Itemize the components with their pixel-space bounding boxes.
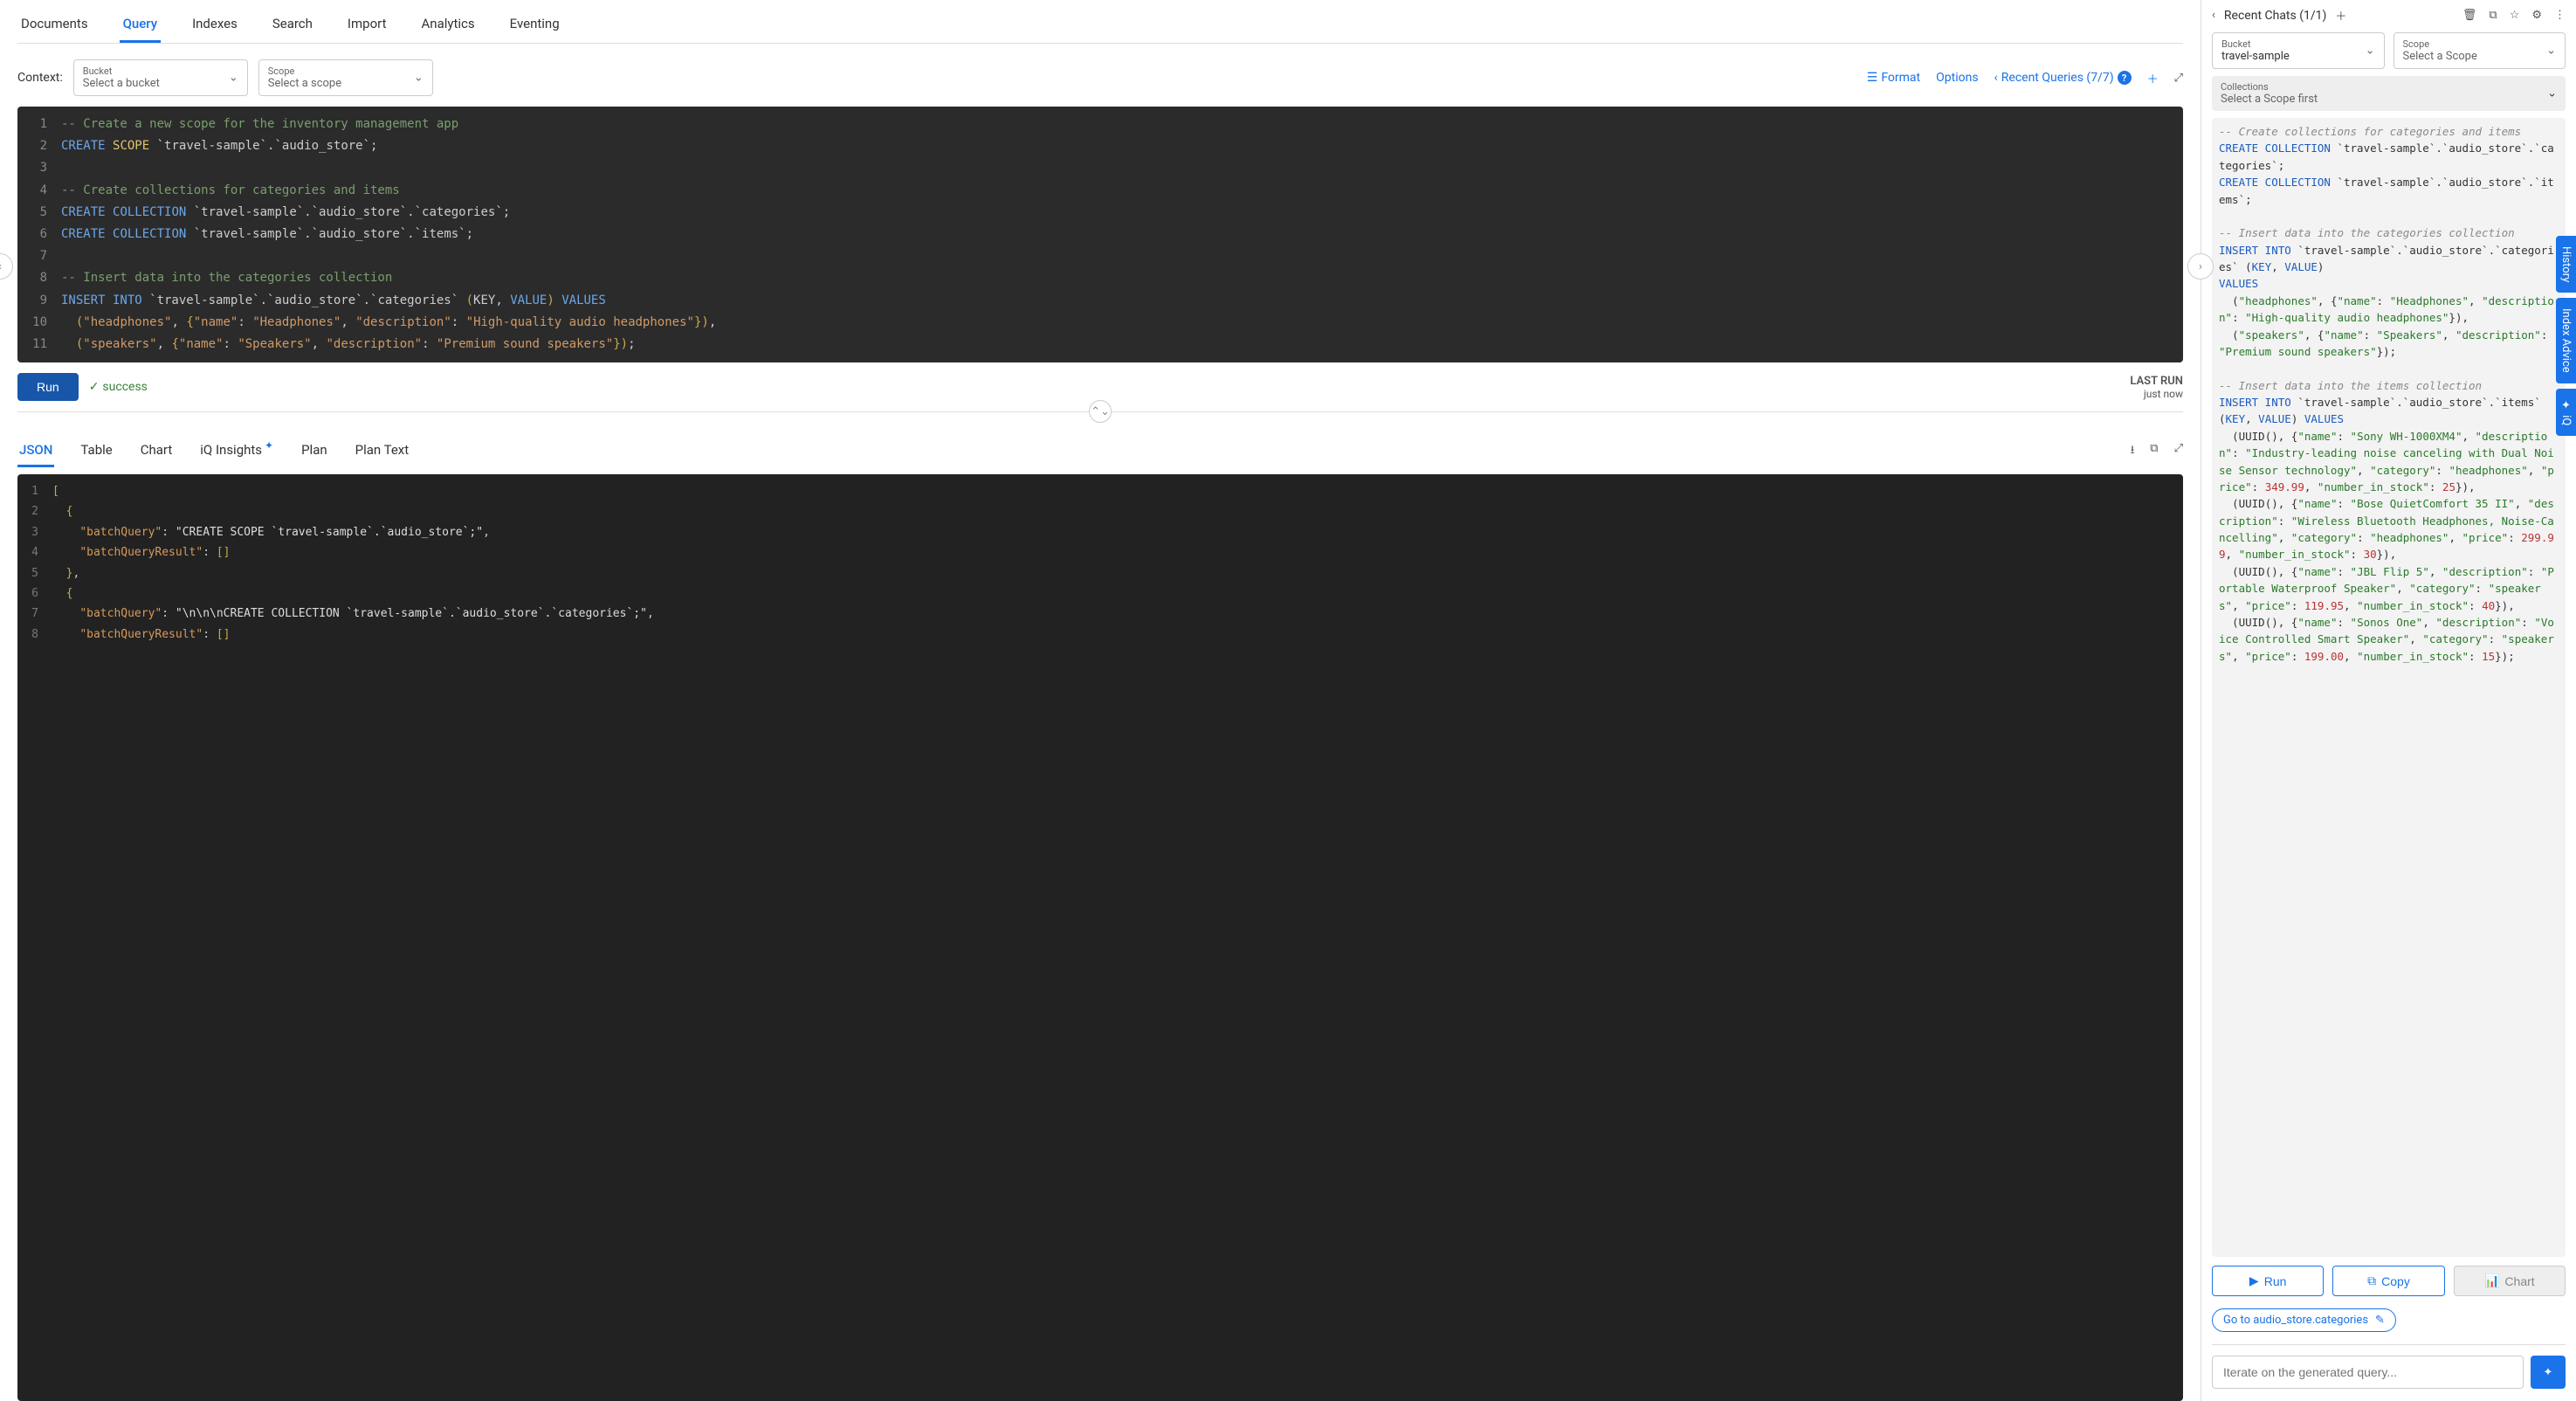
fullscreen-icon[interactable]: ⤢ — [2174, 442, 2183, 461]
add-query-button[interactable]: ＋ — [2147, 70, 2159, 86]
download-icon[interactable]: ⭳ — [2131, 442, 2135, 461]
trash-icon[interactable]: 🗑 — [2462, 9, 2477, 22]
tab-import[interactable]: Import — [344, 7, 390, 43]
chevron-down-icon: ⌄ — [2546, 45, 2556, 58]
bucket-select-value: Select a bucket — [83, 77, 238, 90]
chevron-down-icon: ⌄ — [229, 72, 238, 85]
context-label: Context: — [17, 71, 63, 85]
chevron-down-icon: ⌄ — [2366, 45, 2375, 58]
last-run-label: LAST RUN — [2130, 375, 2183, 388]
format-icon: ☰ — [1867, 71, 1878, 85]
copy-icon[interactable]: ⧉ — [2489, 9, 2497, 22]
result-tab-plan[interactable]: Plan — [300, 435, 329, 467]
tab-documents[interactable]: Documents — [17, 7, 92, 43]
chat-back-button[interactable]: ‹ — [2212, 9, 2215, 22]
rail-tab--iq[interactable]: ✦ iQ — [2556, 389, 2576, 436]
gear-icon[interactable]: ⚙ — [2531, 9, 2542, 22]
generated-query-code[interactable]: -- Create collections for categories and… — [2212, 118, 2566, 1257]
chevron-down-icon: ⌄ — [414, 72, 424, 85]
side-bucket-label: Bucket — [2221, 38, 2375, 50]
sparkle-icon: ✦ — [2544, 1366, 2553, 1379]
scope-select[interactable]: Scope Select a scope ⌄ — [258, 59, 433, 96]
chevron-down-icon: ⌄ — [2547, 87, 2557, 100]
result-tab-plan-text[interactable]: Plan Text — [354, 435, 411, 467]
checkmark-icon: ✓ — [89, 380, 100, 394]
side-chart-button: 📊 Chart — [2454, 1266, 2566, 1296]
json-result-view[interactable]: 1[2 {3 "batchQuery": "CREATE SCOPE `trav… — [17, 474, 2183, 1401]
prev-query-button[interactable]: ‹ — [0, 253, 13, 280]
tab-search[interactable]: Search — [269, 7, 316, 43]
next-query-button[interactable]: › — [2187, 253, 2214, 280]
options-button[interactable]: Options — [1936, 71, 1978, 85]
run-status: ✓success — [89, 380, 148, 394]
goto-collection-chip[interactable]: Go to audio_store.categories ✎ — [2212, 1308, 2396, 1332]
side-copy-label: Copy — [2381, 1274, 2410, 1288]
play-icon: ▶ — [2249, 1273, 2259, 1288]
bucket-select[interactable]: Bucket Select a bucket ⌄ — [73, 59, 248, 96]
side-scope-value: Select a Scope — [2403, 50, 2557, 63]
run-status-label: success — [102, 380, 147, 394]
tab-eventing[interactable]: Eventing — [506, 7, 563, 43]
wand-icon: ✎ — [2375, 1314, 2385, 1327]
side-copy-button[interactable]: ⧉ Copy — [2332, 1266, 2444, 1296]
result-tab-chart[interactable]: Chart — [139, 435, 175, 467]
tab-analytics[interactable]: Analytics — [418, 7, 479, 43]
result-tab-table[interactable]: Table — [79, 435, 114, 467]
result-tab-iq-insights[interactable]: iQ Insights ✦ — [198, 435, 275, 467]
resize-handle[interactable]: ⌃⌄ — [1089, 400, 1112, 423]
recent-queries-label: Recent Queries (7/7) — [2001, 71, 2114, 85]
chart-icon: 📊 — [2484, 1273, 2499, 1288]
run-button[interactable]: Run — [17, 373, 79, 401]
copy-icon[interactable]: ⧉ — [2150, 442, 2158, 461]
side-bucket-value: travel-sample — [2221, 50, 2375, 63]
side-collections-value: Select a Scope first — [2221, 93, 2557, 106]
goto-chip-label: Go to audio_store.categories — [2223, 1314, 2368, 1327]
recent-chats-title[interactable]: Recent Chats (1/1) — [2224, 9, 2326, 23]
format-label: Format — [1881, 71, 1920, 85]
side-collections-label: Collections — [2221, 81, 2557, 93]
scope-select-label: Scope — [268, 66, 424, 77]
recent-chats-label: Recent Chats (1/1) — [2224, 9, 2326, 23]
scope-select-value: Select a scope — [268, 77, 424, 90]
recent-queries-button[interactable]: ‹Recent Queries (7/7)? — [1994, 71, 2132, 85]
star-icon[interactable]: ☆ — [2510, 9, 2520, 22]
result-tab-json[interactable]: JSON — [17, 435, 54, 467]
copy-icon: ⧉ — [2367, 1273, 2376, 1288]
side-scope-select[interactable]: Scope Select a Scope ⌄ — [2393, 32, 2566, 69]
last-run-value: just now — [2130, 388, 2183, 400]
fullscreen-icon[interactable]: ⤢ — [2174, 72, 2183, 85]
side-run-button[interactable]: ▶ Run — [2212, 1266, 2324, 1296]
rail-tab-history[interactable]: History — [2556, 236, 2576, 293]
format-button[interactable]: ☰Format — [1867, 71, 1920, 85]
help-badge[interactable]: ? — [2118, 71, 2132, 85]
query-editor[interactable]: 1-- Create a new scope for the inventory… — [17, 107, 2183, 362]
tab-query[interactable]: Query — [120, 7, 162, 43]
side-chart-label: Chart — [2504, 1274, 2534, 1288]
chat-input[interactable] — [2212, 1356, 2524, 1389]
chevron-left-icon: ‹ — [1994, 71, 1998, 85]
rail-tab-index-advice[interactable]: Index Advice — [2556, 298, 2576, 383]
chat-send-button[interactable]: ✦ — [2531, 1356, 2566, 1389]
new-chat-button[interactable]: ＋ — [2335, 7, 2346, 24]
side-collections-select[interactable]: Collections Select a Scope first ⌄ — [2212, 76, 2566, 111]
last-run-info: LAST RUN just now — [2130, 375, 2183, 400]
more-icon[interactable]: ⋮ — [2554, 9, 2566, 22]
bucket-select-label: Bucket — [83, 66, 238, 77]
tab-indexes[interactable]: Indexes — [189, 7, 241, 43]
sparkle-icon: ✦ — [262, 439, 273, 452]
side-run-label: Run — [2264, 1274, 2287, 1288]
side-bucket-select[interactable]: Bucket travel-sample ⌄ — [2212, 32, 2385, 69]
side-scope-label: Scope — [2403, 38, 2557, 50]
